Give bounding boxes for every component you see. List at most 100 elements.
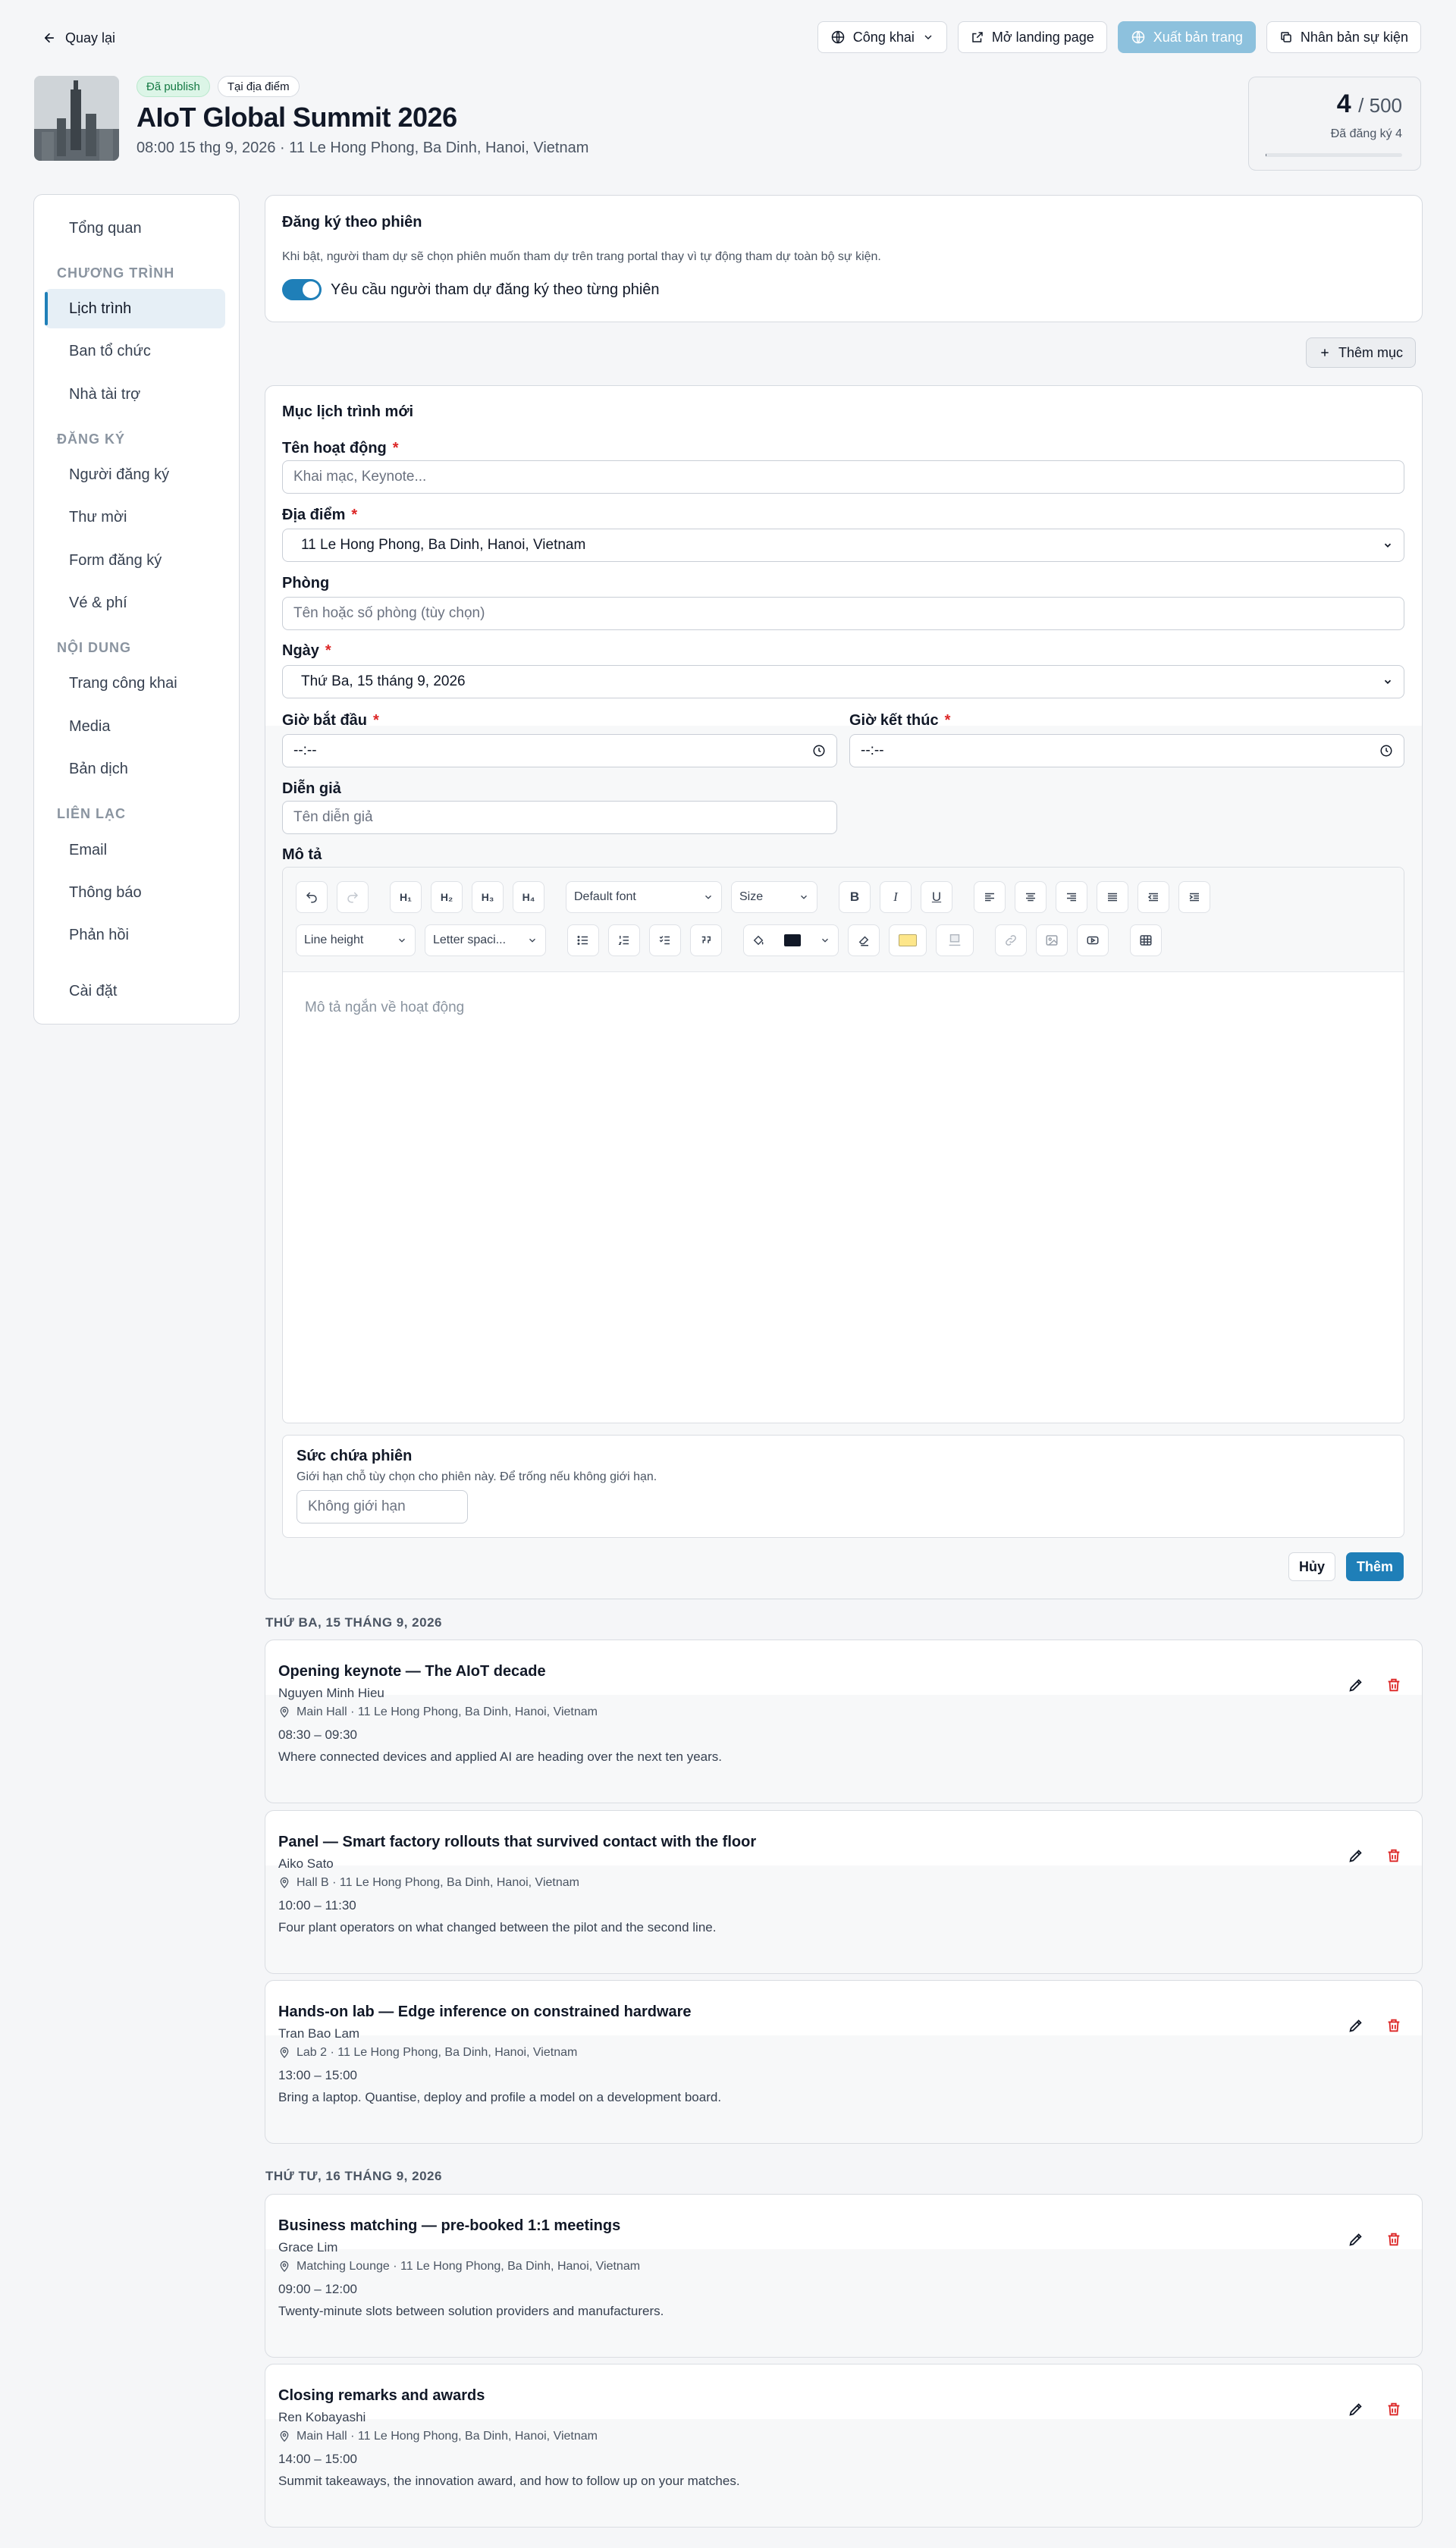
sidebar-item-settings[interactable]: Cài đặt: [45, 971, 225, 1011]
ordered-list-button[interactable]: [608, 924, 640, 956]
delete-session-button[interactable]: [1385, 1847, 1402, 1868]
align-right-button[interactable]: [1056, 881, 1087, 913]
plus-icon: [1319, 347, 1331, 359]
table-button[interactable]: [1130, 924, 1162, 956]
session-registration-toggle[interactable]: [282, 279, 322, 300]
italic-button[interactable]: I: [880, 881, 912, 913]
sidebar-item-public-page[interactable]: Trang công khai: [45, 664, 225, 703]
add-item-button[interactable]: Thêm mục: [1306, 337, 1417, 368]
heading-2-button[interactable]: H₂: [431, 881, 463, 913]
external-link-icon: [971, 30, 984, 44]
video-button[interactable]: [1077, 924, 1109, 956]
sidebar-item-registrants[interactable]: Người đăng ký: [45, 455, 225, 494]
status-badge: Đã publish: [136, 76, 210, 97]
bullet-list-button[interactable]: [567, 924, 599, 956]
bold-button[interactable]: B: [839, 881, 871, 913]
name-input[interactable]: Khai mạc, Keynote...: [282, 460, 1404, 494]
duplicate-label: Nhân bản sự kiện: [1300, 29, 1408, 45]
visibility-label: Công khai: [852, 29, 915, 45]
delete-session-button[interactable]: [1385, 2231, 1402, 2251]
edit-session-button[interactable]: [1348, 2231, 1364, 2251]
start-time-label: Giờ bắt đầu *: [282, 712, 379, 729]
sidebar-item-tickets[interactable]: Vé & phí: [45, 583, 225, 623]
session-location: Lab 2 · 11 Le Hong Phong, Ba Dinh, Hanoi…: [278, 2046, 577, 2060]
letter-spacing-select[interactable]: Letter spaci...: [425, 924, 546, 956]
indent-button[interactable]: [1178, 881, 1210, 913]
edit-session-button[interactable]: [1348, 1847, 1364, 1868]
end-time-input[interactable]: --:--: [849, 734, 1404, 767]
align-left-button[interactable]: [974, 881, 1006, 913]
speaker-label: Diễn giả: [282, 780, 341, 797]
edit-session-button[interactable]: [1348, 2017, 1364, 2038]
location-select[interactable]: 11 Le Hong Phong, Ba Dinh, Hanoi, Vietna…: [282, 529, 1404, 562]
open-landing-button[interactable]: Mở landing page: [957, 21, 1107, 53]
delete-session-button[interactable]: [1385, 1677, 1402, 1697]
sidebar-item-media[interactable]: Media: [45, 707, 225, 746]
font-size-select[interactable]: Size: [731, 881, 817, 913]
back-button[interactable]: Quay lại: [42, 26, 115, 50]
sidebar-group-program: CHƯƠNG TRÌNH: [57, 265, 175, 281]
highlight-button[interactable]: [889, 924, 927, 956]
paint-bucket-icon: [752, 934, 765, 947]
font-family-select[interactable]: Default font: [566, 881, 722, 913]
chevron-down-icon: [703, 892, 714, 902]
task-list-icon: [658, 934, 672, 947]
visibility-select[interactable]: Công khai: [817, 21, 947, 53]
speaker-input[interactable]: Tên diễn giả: [282, 801, 837, 834]
sidebar-item-schedule[interactable]: Lịch trình: [45, 289, 225, 328]
underline-button[interactable]: U: [921, 881, 952, 913]
sidebar-item-notifications[interactable]: Thông báo: [45, 873, 225, 912]
sidebar-item-reg-form[interactable]: Form đăng ký: [45, 541, 225, 580]
delete-session-button[interactable]: [1385, 2401, 1402, 2421]
session-location-text: Hall B · 11 Le Hong Phong, Ba Dinh, Hano…: [297, 1876, 579, 1889]
back-label: Quay lại: [65, 30, 116, 46]
start-time-input[interactable]: --:--: [282, 734, 837, 767]
session-desc: Summit takeaways, the innovation award, …: [278, 2474, 740, 2488]
undo-button[interactable]: [296, 881, 328, 913]
text-color-button[interactable]: [743, 924, 839, 956]
add-item-label: Thêm mục: [1338, 344, 1404, 360]
align-center-button[interactable]: [1015, 881, 1046, 913]
room-input[interactable]: Tên hoặc số phòng (tùy chọn): [282, 597, 1404, 630]
session-title: Business matching — pre-booked 1:1 meeti…: [278, 2217, 621, 2234]
sidebar-item-overview[interactable]: Tổng quan: [45, 209, 225, 248]
link-button[interactable]: [995, 924, 1027, 956]
duplicate-event-button[interactable]: Nhân bản sự kiện: [1266, 21, 1421, 53]
clear-format-button[interactable]: [848, 924, 880, 956]
submit-button[interactable]: Thêm: [1346, 1552, 1404, 1581]
sidebar-item-invitations[interactable]: Thư mời: [45, 497, 225, 537]
chevron-down-icon: [799, 892, 809, 902]
session-registration-title: Đăng ký theo phiên: [282, 214, 422, 231]
sidebar-item-sponsors[interactable]: Nhà tài trợ: [45, 375, 225, 414]
redo-button[interactable]: [337, 881, 369, 913]
heading-1-button[interactable]: H₁: [390, 881, 422, 913]
blockquote-button[interactable]: [690, 924, 722, 956]
outdent-button[interactable]: [1138, 881, 1169, 913]
date-select[interactable]: Thứ Ba, 15 tháng 9, 2026: [282, 665, 1404, 698]
highlight-clear-button[interactable]: [936, 924, 974, 956]
bold-icon: B: [849, 890, 860, 904]
line-height-select[interactable]: Line height: [296, 924, 416, 956]
capacity-input[interactable]: Không giới hạn: [297, 1490, 468, 1523]
heading-4-button[interactable]: H₄: [513, 881, 544, 913]
publish-button[interactable]: Xuất bản trang: [1117, 21, 1256, 53]
sidebar-item-feedback[interactable]: Phản hồi: [45, 915, 225, 955]
session-time: 10:00 – 11:30: [278, 1898, 356, 1913]
pencil-icon: [1348, 2401, 1364, 2418]
edit-session-button[interactable]: [1348, 1677, 1364, 1697]
delete-session-button[interactable]: [1385, 2017, 1402, 2038]
sidebar-item-email[interactable]: Email: [45, 830, 225, 870]
session-registration-card: Đăng ký theo phiên Khi bật, người tham d…: [265, 195, 1423, 322]
open-landing-label: Mở landing page: [991, 29, 1094, 45]
edit-session-button[interactable]: [1348, 2401, 1364, 2421]
align-justify-button[interactable]: [1097, 881, 1128, 913]
task-list-button[interactable]: [649, 924, 681, 956]
cancel-button[interactable]: Hủy: [1288, 1552, 1335, 1581]
sidebar-item-translations[interactable]: Bản dịch: [45, 749, 225, 789]
editor-placeholder[interactable]: Mô tả ngắn về hoạt động: [305, 999, 464, 1016]
session-location: Main Hall · 11 Le Hong Phong, Ba Dinh, H…: [278, 2430, 598, 2443]
sidebar-item-organizers[interactable]: Ban tổ chức: [45, 331, 225, 371]
capacity-box: Sức chứa phiên Giới hạn chỗ tùy chọn cho…: [282, 1435, 1404, 1538]
image-button[interactable]: [1036, 924, 1068, 956]
heading-3-button[interactable]: H₃: [472, 881, 504, 913]
